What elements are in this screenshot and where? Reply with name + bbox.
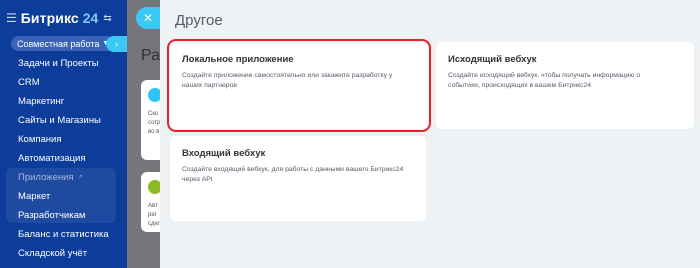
sidebar-item-crm[interactable]: CRM: [18, 77, 40, 88]
sidebar-item-market[interactable]: Маркет: [18, 191, 50, 202]
sidebar-item-apps-label: Приложения: [18, 172, 74, 183]
card-title: Исходящий вебхук: [448, 54, 537, 65]
card-description: Создайте приложение самостоятельно или з…: [182, 72, 393, 89]
menu-burger-icon[interactable]: ☰: [6, 11, 17, 25]
background-card-text: Ско сотр во в: [148, 111, 161, 135]
card-title: Локальное приложение: [182, 54, 294, 65]
sidebar-item-warehouse[interactable]: Складской учёт: [18, 248, 87, 259]
sidebar-item-developers[interactable]: Разработчикам: [18, 210, 85, 221]
group-selector[interactable]: Совместная работа ▼: [11, 36, 116, 51]
sidebar-item-apps[interactable]: Приложения ^: [18, 172, 83, 183]
sidebar-item-tasks[interactable]: Задачи и Проекты: [18, 58, 99, 69]
sidebar-item-company[interactable]: Компания: [18, 134, 61, 145]
close-icon[interactable]: ✕: [136, 7, 160, 29]
brand-logo[interactable]: ☰ Битрикс 24 ⇆: [6, 9, 112, 27]
brand-number: 24: [82, 10, 99, 26]
group-selector-label: Совместная работа: [17, 38, 100, 49]
card-title: Входящий вебхук: [182, 148, 266, 159]
card-incoming-webhook[interactable]: Входящий вебхук Создайте входящий вебхук…: [170, 136, 426, 221]
sidebar-item-automation[interactable]: Автоматизация: [18, 153, 86, 164]
sidebar-item-marketing[interactable]: Маркетинг: [18, 96, 64, 107]
swap-icon[interactable]: ⇆: [103, 13, 111, 24]
chevron-up-icon: ^: [79, 175, 83, 182]
sidebar-item-balance[interactable]: Баланс и статистика: [18, 229, 109, 240]
card-description: Создайте исходящий вебхук, чтобы получат…: [448, 72, 641, 89]
card-local-app[interactable]: Локальное приложение Создайте приложение…: [167, 39, 431, 132]
page-title: Другое: [175, 12, 223, 29]
brand-name: Битрикс: [20, 10, 79, 26]
card-description: Создайте входящий вебхук, для работы с д…: [182, 166, 404, 183]
panel-tab-stub[interactable]: ›: [106, 36, 127, 52]
slider-panel: Другое Локальное приложение Создайте при…: [160, 0, 700, 268]
sidebar-item-sites[interactable]: Сайты и Магазины: [18, 115, 101, 126]
card-outgoing-webhook[interactable]: Исходящий вебхук Создайте исходящий вебх…: [436, 42, 694, 129]
